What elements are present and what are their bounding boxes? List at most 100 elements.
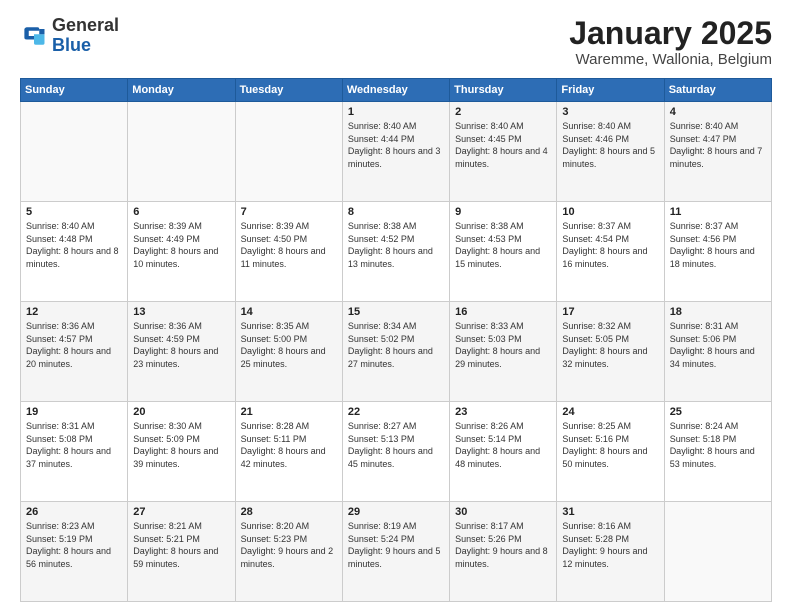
day-number: 21 — [241, 406, 337, 418]
day-number: 25 — [670, 406, 766, 418]
table-row: 20Sunrise: 8:30 AM Sunset: 5:09 PM Dayli… — [128, 402, 235, 502]
day-info: Sunrise: 8:21 AM Sunset: 5:21 PM Dayligh… — [133, 520, 229, 570]
table-row: 21 Sunrise: 8:28 AM Sunset: 5:11 PM Dayli… — [235, 402, 342, 502]
day-info: Sunrise: 8:38 AM Sunset: 4:53 PM Dayligh… — [455, 220, 551, 270]
day-info: Sunrise: 8:40 AM Sunset: 4:48 PM Dayligh… — [26, 220, 122, 270]
calendar-table: Sunday Monday Tuesday Wednesday Thursday… — [20, 78, 772, 602]
table-row: 7Sunrise: 8:39 AM Sunset: 4:50 PM Daylig… — [235, 202, 342, 302]
day-number: 31 — [562, 506, 658, 518]
calendar-week-row: 12 Sunrise: 8:36 AM Sunset: 4:57 PM Dayli… — [21, 302, 772, 402]
calendar-subtitle: Waremme, Wallonia, Belgium — [569, 51, 772, 68]
day-info: Sunrise: 8:31 AM Sunset: 5:06 PM Dayligh… — [670, 320, 766, 370]
col-sunday: Sunday — [21, 79, 128, 102]
table-row: 31 Sunrise: 8:16 AM Sunset: 5:28 PM Dayli… — [557, 502, 664, 602]
col-saturday: Saturday — [664, 79, 771, 102]
day-number: 18 — [670, 306, 766, 318]
day-info: Sunrise: 8:36 AM Sunset: 4:57 PM Dayligh… — [26, 320, 122, 370]
table-row: 4Sunrise: 8:40 AM Sunset: 4:47 PM Daylig… — [664, 102, 771, 202]
day-number: 12 — [26, 306, 122, 318]
day-info: Sunrise: 8:39 AM Sunset: 4:49 PM Dayligh… — [133, 220, 229, 270]
calendar-week-row: 5Sunrise: 8:40 AM Sunset: 4:48 PM Daylig… — [21, 202, 772, 302]
day-info: Sunrise: 8:37 AM Sunset: 4:54 PM Dayligh… — [562, 220, 658, 270]
day-info: Sunrise: 8:39 AM Sunset: 4:50 PM Dayligh… — [241, 220, 337, 270]
day-number: 27 — [133, 506, 229, 518]
day-info: Sunrise: 8:31 AM Sunset: 5:08 PM Dayligh… — [26, 420, 122, 470]
table-row: 18 Sunrise: 8:31 AM Sunset: 5:06 PM Dayli… — [664, 302, 771, 402]
day-number: 19 — [26, 406, 122, 418]
table-row: 24Sunrise: 8:25 AM Sunset: 5:16 PM Dayli… — [557, 402, 664, 502]
day-info: Sunrise: 8:38 AM Sunset: 4:52 PM Dayligh… — [348, 220, 444, 270]
day-info: Sunrise: 8:30 AM Sunset: 5:09 PM Dayligh… — [133, 420, 229, 470]
table-row: 17 Sunrise: 8:32 AM Sunset: 5:05 PM Dayli… — [557, 302, 664, 402]
day-info: Sunrise: 8:37 AM Sunset: 4:56 PM Dayligh… — [670, 220, 766, 270]
table-row — [128, 102, 235, 202]
col-wednesday: Wednesday — [342, 79, 449, 102]
table-row — [235, 102, 342, 202]
day-info: Sunrise: 8:16 AM Sunset: 5:28 PM Dayligh… — [562, 520, 658, 570]
table-row: 29Sunrise: 8:19 AM Sunset: 5:24 PM Dayli… — [342, 502, 449, 602]
logo-blue-text: Blue — [52, 35, 91, 55]
day-info: Sunrise: 8:24 AM Sunset: 5:18 PM Dayligh… — [670, 420, 766, 470]
day-number: 30 — [455, 506, 551, 518]
calendar-week-row: 1Sunrise: 8:40 AM Sunset: 4:44 PM Daylig… — [21, 102, 772, 202]
logo-icon — [20, 22, 48, 50]
table-row: 30 Sunrise: 8:17 AM Sunset: 5:26 PM Dayli… — [450, 502, 557, 602]
logo-text: General Blue — [52, 16, 119, 56]
table-row: 15Sunrise: 8:34 AM Sunset: 5:02 PM Dayli… — [342, 302, 449, 402]
table-row: 14 Sunrise: 8:35 AM Sunset: 5:00 PM Dayli… — [235, 302, 342, 402]
day-number: 3 — [562, 106, 658, 118]
table-row: 8Sunrise: 8:38 AM Sunset: 4:52 PM Daylig… — [342, 202, 449, 302]
day-info: Sunrise: 8:33 AM Sunset: 5:03 PM Dayligh… — [455, 320, 551, 370]
day-info: Sunrise: 8:28 AM Sunset: 5:11 PM Dayligh… — [241, 420, 337, 470]
day-info: Sunrise: 8:32 AM Sunset: 5:05 PM Dayligh… — [562, 320, 658, 370]
table-row: 19 Sunrise: 8:31 AM Sunset: 5:08 PM Dayli… — [21, 402, 128, 502]
table-row: 27 Sunrise: 8:21 AM Sunset: 5:21 PM Dayli… — [128, 502, 235, 602]
day-number: 14 — [241, 306, 337, 318]
day-info: Sunrise: 8:25 AM Sunset: 5:16 PM Dayligh… — [562, 420, 658, 470]
day-info: Sunrise: 8:27 AM Sunset: 5:13 PM Dayligh… — [348, 420, 444, 470]
table-row: 23Sunrise: 8:26 AM Sunset: 5:14 PM Dayli… — [450, 402, 557, 502]
day-info: Sunrise: 8:40 AM Sunset: 4:47 PM Dayligh… — [670, 120, 766, 170]
day-number: 10 — [562, 206, 658, 218]
day-number: 6 — [133, 206, 229, 218]
day-number: 28 — [241, 506, 337, 518]
day-number: 11 — [670, 206, 766, 218]
day-number: 22 — [348, 406, 444, 418]
page: General Blue January 2025 Waremme, Wallo… — [0, 0, 792, 612]
calendar-title: January 2025 — [569, 16, 772, 51]
day-info: Sunrise: 8:17 AM Sunset: 5:26 PM Dayligh… — [455, 520, 551, 570]
day-info: Sunrise: 8:36 AM Sunset: 4:59 PM Dayligh… — [133, 320, 229, 370]
day-info: Sunrise: 8:20 AM Sunset: 5:23 PM Dayligh… — [241, 520, 337, 570]
table-row: 10 Sunrise: 8:37 AM Sunset: 4:54 PM Dayli… — [557, 202, 664, 302]
table-row: 2 Sunrise: 8:40 AM Sunset: 4:45 PM Daylig… — [450, 102, 557, 202]
table-row: 9 Sunrise: 8:38 AM Sunset: 4:53 PM Daylig… — [450, 202, 557, 302]
header: General Blue January 2025 Waremme, Wallo… — [20, 16, 772, 68]
table-row: 3 Sunrise: 8:40 AM Sunset: 4:46 PM Daylig… — [557, 102, 664, 202]
day-info: Sunrise: 8:34 AM Sunset: 5:02 PM Dayligh… — [348, 320, 444, 370]
day-number: 9 — [455, 206, 551, 218]
day-number: 17 — [562, 306, 658, 318]
day-info: Sunrise: 8:23 AM Sunset: 5:19 PM Dayligh… — [26, 520, 122, 570]
col-friday: Friday — [557, 79, 664, 102]
day-info: Sunrise: 8:40 AM Sunset: 4:46 PM Dayligh… — [562, 120, 658, 170]
table-row — [21, 102, 128, 202]
day-info: Sunrise: 8:19 AM Sunset: 5:24 PM Dayligh… — [348, 520, 444, 570]
col-tuesday: Tuesday — [235, 79, 342, 102]
title-block: January 2025 Waremme, Wallonia, Belgium — [569, 16, 772, 68]
table-row: 13Sunrise: 8:36 AM Sunset: 4:59 PM Dayli… — [128, 302, 235, 402]
logo: General Blue — [20, 16, 119, 56]
day-info: Sunrise: 8:35 AM Sunset: 5:00 PM Dayligh… — [241, 320, 337, 370]
day-number: 23 — [455, 406, 551, 418]
day-number: 26 — [26, 506, 122, 518]
day-info: Sunrise: 8:40 AM Sunset: 4:45 PM Dayligh… — [455, 120, 551, 170]
col-thursday: Thursday — [450, 79, 557, 102]
day-number: 16 — [455, 306, 551, 318]
table-row: 6 Sunrise: 8:39 AM Sunset: 4:49 PM Daylig… — [128, 202, 235, 302]
table-row: 25 Sunrise: 8:24 AM Sunset: 5:18 PM Dayli… — [664, 402, 771, 502]
table-row: 28 Sunrise: 8:20 AM Sunset: 5:23 PM Dayli… — [235, 502, 342, 602]
day-number: 2 — [455, 106, 551, 118]
table-row: 5Sunrise: 8:40 AM Sunset: 4:48 PM Daylig… — [21, 202, 128, 302]
table-row — [664, 502, 771, 602]
calendar-week-row: 26 Sunrise: 8:23 AM Sunset: 5:19 PM Dayli… — [21, 502, 772, 602]
table-row: 22 Sunrise: 8:27 AM Sunset: 5:13 PM Dayli… — [342, 402, 449, 502]
